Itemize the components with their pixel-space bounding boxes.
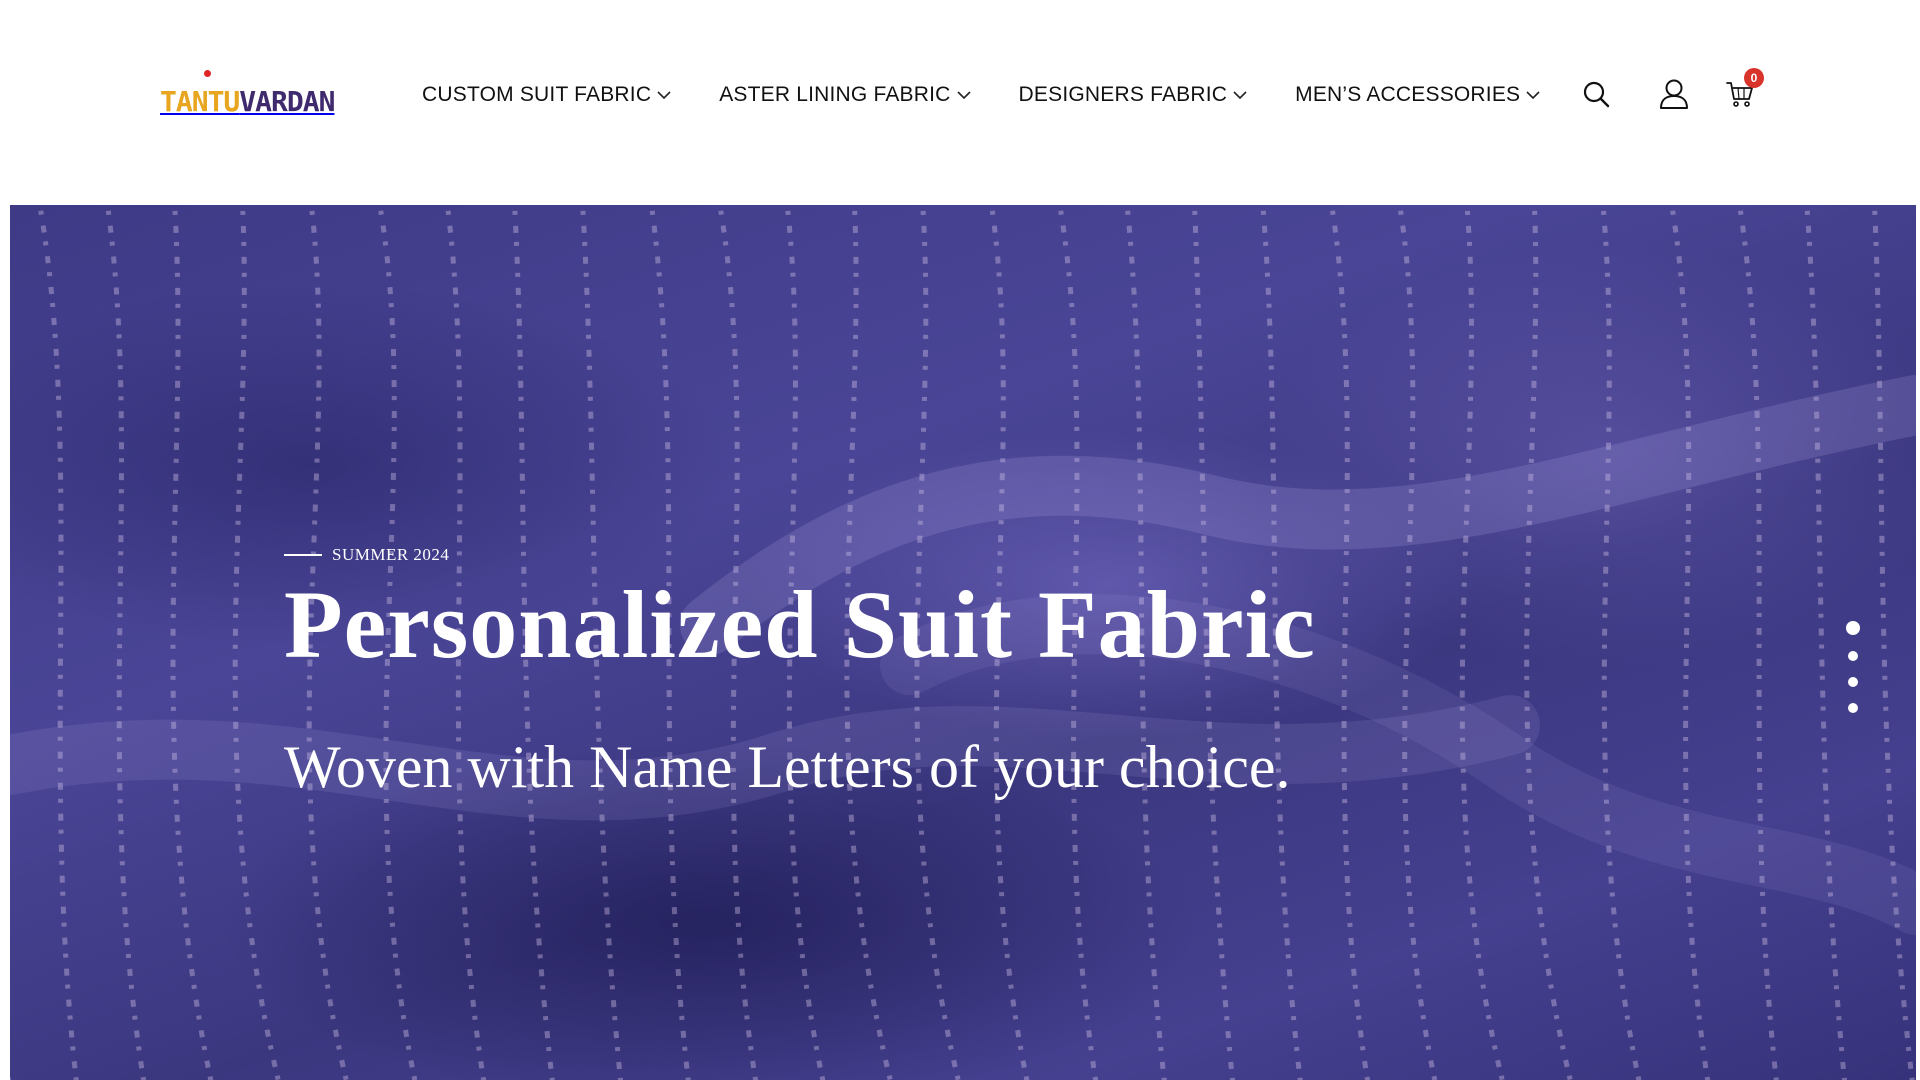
eyebrow-divider <box>284 554 322 556</box>
logo-dot <box>204 70 211 77</box>
header-actions: 0 <box>1578 68 1764 112</box>
chevron-down-icon <box>1233 90 1247 100</box>
site-header: TANTU VARDAN CUSTOM SUIT FABRIC ASTER LIN… <box>0 0 1920 205</box>
hero-subtitle: Woven with Name Letters of your choice. <box>284 734 1291 801</box>
hero-content: SUMMER 2024 Personalized Suit Fabric Wov… <box>284 545 1316 797</box>
nav-item-mens-accessories[interactable]: MEN’S ACCESSORIES <box>1295 83 1540 107</box>
slider-pagination <box>1846 621 1860 729</box>
hero-eyebrow: SUMMER 2024 <box>284 545 1316 565</box>
nav-item-label: DESIGNERS FABRIC <box>1018 83 1228 106</box>
slide-dot-1[interactable] <box>1846 621 1860 635</box>
slide-dot-4[interactable] <box>1848 703 1858 713</box>
main-nav: CUSTOM SUIT FABRIC ASTER LINING FABRIC D… <box>422 78 1588 112</box>
logo-text-part2: VARDAN <box>239 85 335 118</box>
cart-count-badge: 0 <box>1744 68 1764 88</box>
nav-item-label: ASTER LINING FABRIC <box>719 83 951 106</box>
chevron-down-icon <box>956 90 971 100</box>
nav-item-aster-lining-fabric[interactable]: ASTER LINING FABRIC <box>719 83 971 107</box>
hero-title: Personalized Suit Fabric <box>284 571 1316 678</box>
chevron-down-icon <box>657 90 671 100</box>
search-button[interactable] <box>1578 76 1614 112</box>
slide-dot-3[interactable] <box>1848 677 1858 687</box>
user-icon <box>1660 79 1688 109</box>
hero-eyebrow-text: SUMMER 2024 <box>332 545 450 564</box>
account-button[interactable] <box>1656 76 1692 112</box>
nav-item-label: CUSTOM SUIT FABRIC <box>422 83 652 106</box>
chevron-down-icon <box>1526 90 1540 100</box>
brand-logo[interactable]: TANTU VARDAN <box>160 70 335 118</box>
logo-text-part1: TANTU <box>160 85 240 118</box>
search-icon <box>1583 81 1610 108</box>
slide-dot-2[interactable] <box>1848 651 1858 661</box>
hero-banner: SUMMER 2024 Personalized Suit Fabric Wov… <box>10 205 1916 1080</box>
nav-item-designers-fabric[interactable]: DESIGNERS FABRIC <box>1019 83 1248 107</box>
nav-item-label: MEN’S ACCESSORIES <box>1295 83 1521 106</box>
cart-button[interactable]: 0 <box>1722 68 1764 112</box>
nav-item-custom-suit-fabric[interactable]: CUSTOM SUIT FABRIC <box>422 83 671 107</box>
